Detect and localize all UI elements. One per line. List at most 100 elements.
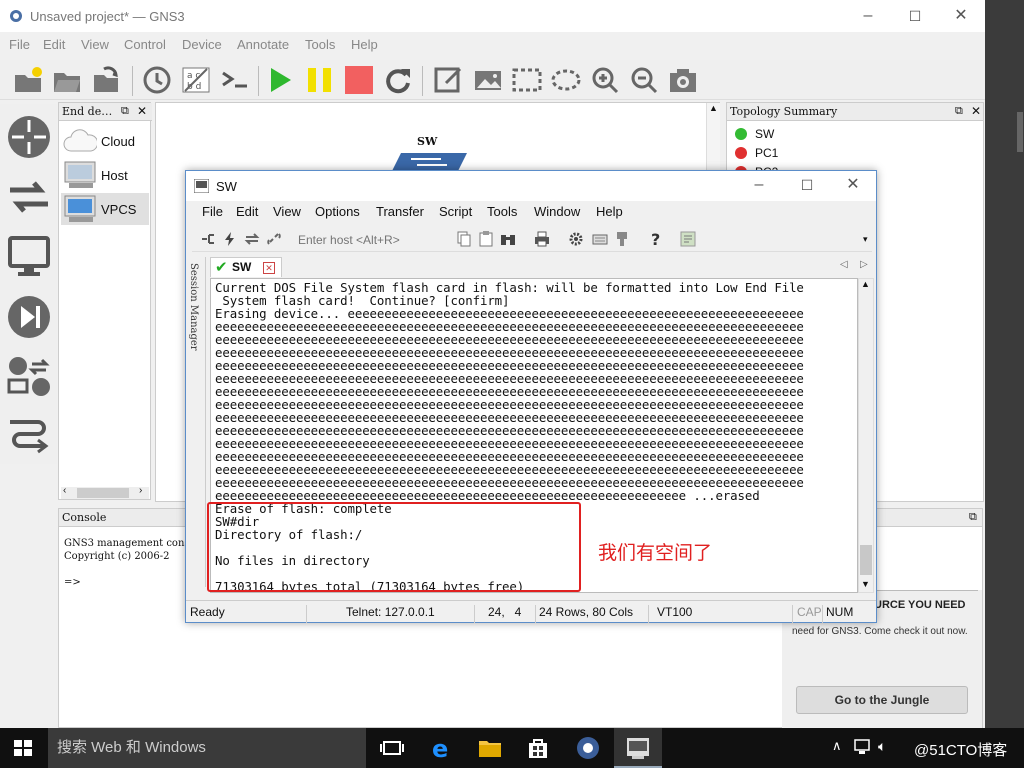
- topology-node-pc1[interactable]: PC1: [735, 146, 778, 160]
- securecrt-taskbar-button[interactable]: [614, 728, 662, 768]
- menu-view[interactable]: View: [81, 37, 109, 52]
- reconnect-icon[interactable]: [244, 231, 260, 247]
- menu-control[interactable]: Control: [124, 37, 166, 52]
- menu-edit[interactable]: Edit: [43, 37, 65, 52]
- network-icon[interactable]: [854, 739, 872, 758]
- task-view-icon[interactable]: [380, 736, 404, 760]
- dock-close-icon[interactable]: ✕: [971, 104, 981, 118]
- scroll-right-icon[interactable]: ›: [139, 485, 142, 496]
- device-vpcs[interactable]: VPCS: [61, 193, 149, 225]
- menu-options[interactable]: Options: [315, 204, 360, 219]
- all-devices-icon[interactable]: [6, 354, 52, 400]
- scroll-down-icon[interactable]: ▼: [861, 579, 870, 589]
- menu-device[interactable]: Device: [182, 37, 222, 52]
- edge-browser-icon[interactable]: e: [430, 735, 454, 763]
- open-project-icon[interactable]: [52, 65, 82, 95]
- terminal-vertical-scrollbar[interactable]: ▲ ▼: [858, 278, 874, 593]
- host-input[interactable]: [298, 231, 440, 249]
- close-tab-icon[interactable]: ✕: [263, 262, 275, 274]
- start-windows-icon[interactable]: [14, 740, 32, 756]
- switches-icon[interactable]: [6, 174, 52, 220]
- menu-help[interactable]: Help: [351, 37, 378, 52]
- maximize-icon[interactable]: ☐: [796, 175, 818, 195]
- end-devices-icon[interactable]: [6, 234, 52, 280]
- sftp-icon[interactable]: [614, 231, 630, 247]
- topology-node-sw[interactable]: SW: [735, 127, 774, 141]
- menu-edit[interactable]: Edit: [236, 204, 258, 219]
- tray-expand-icon[interactable]: ∧: [832, 738, 842, 754]
- menu-help[interactable]: Help: [596, 204, 623, 219]
- dock-horizontal-scrollbar[interactable]: ‹ ›: [61, 485, 149, 499]
- save-project-icon[interactable]: [91, 65, 121, 95]
- scroll-thumb[interactable]: [77, 488, 129, 498]
- draw-rectangle-icon[interactable]: [512, 65, 542, 95]
- show-interface-labels-icon[interactable]: a cb d: [181, 65, 211, 95]
- start-icon[interactable]: [266, 65, 296, 95]
- session-tab-sw[interactable]: ✔ SW ✕: [210, 257, 282, 277]
- menu-script[interactable]: Script: [439, 204, 472, 219]
- security-devices-icon[interactable]: [6, 294, 52, 340]
- scroll-up-icon[interactable]: ▲: [709, 103, 718, 113]
- float-icon[interactable]: ⧉: [969, 511, 977, 524]
- settings-gear-icon[interactable]: [568, 231, 584, 247]
- menu-annotate[interactable]: Annotate: [237, 37, 289, 52]
- tab-prev-icon[interactable]: ◁: [840, 259, 848, 270]
- quick-connect-icon[interactable]: [222, 231, 238, 247]
- file-explorer-icon[interactable]: [478, 736, 502, 760]
- scroll-up-icon[interactable]: ▲: [861, 279, 870, 289]
- menu-tools[interactable]: Tools: [487, 204, 517, 219]
- routers-icon[interactable]: [6, 114, 52, 160]
- device-host[interactable]: Host: [61, 159, 149, 191]
- go-to-jungle-button[interactable]: Go to the Jungle: [796, 686, 968, 714]
- console-all-icon[interactable]: [220, 65, 250, 95]
- print-icon[interactable]: [534, 231, 550, 247]
- new-project-icon[interactable]: [13, 65, 43, 95]
- screenshot-icon[interactable]: [668, 65, 698, 95]
- volume-muted-icon[interactable]: 🔈︎: [878, 738, 886, 755]
- maximize-icon[interactable]: ☐: [904, 6, 926, 26]
- scroll-thumb[interactable]: [860, 545, 872, 575]
- menu-file[interactable]: File: [9, 37, 30, 52]
- session-manager-panel[interactable]: Session Manager: [186, 257, 206, 587]
- menu-view[interactable]: View: [273, 204, 301, 219]
- menu-transfer[interactable]: Transfer: [376, 204, 424, 219]
- store-icon[interactable]: [526, 736, 550, 760]
- menu-file[interactable]: File: [202, 204, 223, 219]
- toolbar-overflow-icon[interactable]: ▾: [863, 234, 868, 245]
- float-icon[interactable]: ⧉: [955, 105, 963, 118]
- status-num: NUM: [826, 605, 854, 619]
- zoom-out-icon[interactable]: [629, 65, 659, 95]
- reload-icon[interactable]: [383, 65, 413, 95]
- connect-icon[interactable]: [200, 231, 216, 247]
- script-icon[interactable]: [680, 231, 696, 247]
- menu-tools[interactable]: Tools: [305, 37, 335, 52]
- insert-picture-icon[interactable]: [473, 65, 503, 95]
- minimize-icon[interactable]: –: [748, 175, 770, 195]
- minimize-icon[interactable]: –: [857, 6, 879, 26]
- close-icon[interactable]: ✕: [842, 175, 864, 195]
- draw-ellipse-icon[interactable]: [551, 65, 581, 95]
- disconnect-icon[interactable]: [266, 231, 282, 247]
- console-output[interactable]: GNS3 management cons Copyright (c) 2006-…: [64, 537, 190, 589]
- help-icon[interactable]: ?: [648, 230, 664, 249]
- dock-close-icon[interactable]: ✕: [137, 104, 147, 118]
- suspend-icon[interactable]: [305, 65, 335, 95]
- find-icon[interactable]: [500, 231, 516, 247]
- close-icon[interactable]: ✕: [950, 6, 972, 26]
- tab-next-icon[interactable]: ▷: [860, 259, 868, 270]
- device-cloud[interactable]: Cloud: [61, 125, 149, 157]
- add-link-icon[interactable]: [6, 414, 52, 460]
- snapshot-icon[interactable]: [142, 65, 172, 95]
- taskbar-search-box[interactable]: 搜索 Web 和 Windows: [48, 728, 366, 768]
- keymap-icon[interactable]: [592, 231, 608, 247]
- add-note-icon[interactable]: [434, 65, 464, 95]
- stop-icon[interactable]: [344, 65, 374, 95]
- zoom-in-icon[interactable]: [590, 65, 620, 95]
- copy-icon[interactable]: [456, 231, 472, 247]
- gns3-taskbar-icon[interactable]: [576, 736, 600, 760]
- menu-window[interactable]: Window: [534, 204, 580, 219]
- float-icon[interactable]: ⧉: [121, 105, 129, 118]
- paste-icon[interactable]: [478, 231, 494, 247]
- crt-title-bar: SW – ☐ ✕: [186, 171, 876, 201]
- scroll-left-icon[interactable]: ‹: [63, 485, 66, 496]
